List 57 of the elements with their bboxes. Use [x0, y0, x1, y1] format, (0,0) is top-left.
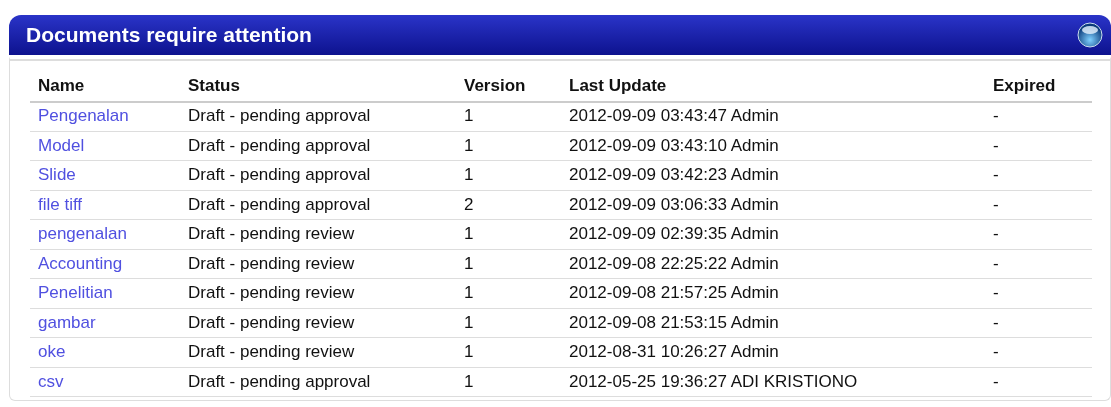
- table-cell: 1: [456, 367, 561, 397]
- document-link[interactable]: Penelitian: [38, 283, 113, 303]
- table-cell: Draft - pending approval: [180, 101, 456, 131]
- document-link[interactable]: csv: [38, 371, 64, 391]
- table-cell: 2012-09-09 03:06:33 Admin: [561, 190, 985, 220]
- table-cell: Draft - pending review: [180, 249, 456, 279]
- column-header: Version: [456, 71, 561, 102]
- table-cell: 1: [456, 160, 561, 190]
- table-cell: Draft - pending review: [180, 337, 456, 367]
- table-cell: 1: [456, 278, 561, 308]
- column-header: Last Update: [561, 71, 985, 102]
- table-cell: -: [985, 367, 1092, 397]
- document-link[interactable]: file tiff: [38, 194, 83, 214]
- table-cell: 2012-09-09 03:43:47 Admin: [561, 101, 985, 131]
- panel-title: Documents require attention: [26, 22, 312, 49]
- table-cell: -: [985, 337, 1092, 367]
- table-cell: 1: [456, 308, 561, 338]
- document-link[interactable]: oke: [38, 342, 66, 362]
- table-cell: Draft - pending review: [180, 308, 456, 338]
- document-link[interactable]: Accounting: [38, 253, 123, 273]
- table-cell: 2012-09-09 03:42:23 Admin: [561, 160, 985, 190]
- table-cell: 1: [456, 101, 561, 131]
- table-cell: 2012-09-08 21:57:25 Admin: [561, 278, 985, 308]
- table-cell: Draft - pending review: [180, 278, 456, 308]
- table-cell: -: [985, 249, 1092, 279]
- table-cell: -: [985, 308, 1092, 338]
- table-cell: -: [985, 278, 1092, 308]
- table-cell: -: [985, 219, 1092, 249]
- table-cell: -: [985, 190, 1092, 220]
- table-cell: 2012-09-09 02:39:35 Admin: [561, 219, 985, 249]
- table-cell: -: [985, 101, 1092, 131]
- column-header: Status: [180, 71, 456, 102]
- table-cell: 2012-08-31 10:26:27 Admin: [561, 337, 985, 367]
- table-cell: Draft - pending approval: [180, 160, 456, 190]
- table-cell: -: [985, 131, 1092, 161]
- table-cell: -: [985, 160, 1092, 190]
- table-cell: 1: [456, 131, 561, 161]
- column-header: Name: [30, 71, 180, 102]
- document-link[interactable]: pengenalan: [38, 224, 127, 244]
- table-cell: 1: [456, 249, 561, 279]
- column-header: Expired: [985, 71, 1092, 102]
- table-cell: Draft - pending approval: [180, 367, 456, 397]
- table-cell: 2012-09-08 22:25:22 Admin: [561, 249, 985, 279]
- table-cell: 2: [456, 190, 561, 220]
- table-cell: Draft - pending approval: [180, 131, 456, 161]
- document-link[interactable]: Model: [38, 135, 85, 155]
- table-cell: 2012-09-09 03:43:10 Admin: [561, 131, 985, 161]
- table-cell: 2012-09-08 21:53:15 Admin: [561, 308, 985, 338]
- table-cell: 1: [456, 337, 561, 367]
- document-link[interactable]: Slide: [38, 165, 76, 185]
- table-cell: 1: [456, 219, 561, 249]
- table-cell: Draft - pending approval: [180, 190, 456, 220]
- table-cell: 2012-05-25 19:36:27 ADI KRISTIONO: [561, 367, 985, 397]
- table-cell: Draft - pending review: [180, 219, 456, 249]
- document-link[interactable]: Pengenalan: [38, 106, 129, 126]
- collapse-icon[interactable]: [1077, 22, 1103, 48]
- document-link[interactable]: gambar: [38, 312, 96, 332]
